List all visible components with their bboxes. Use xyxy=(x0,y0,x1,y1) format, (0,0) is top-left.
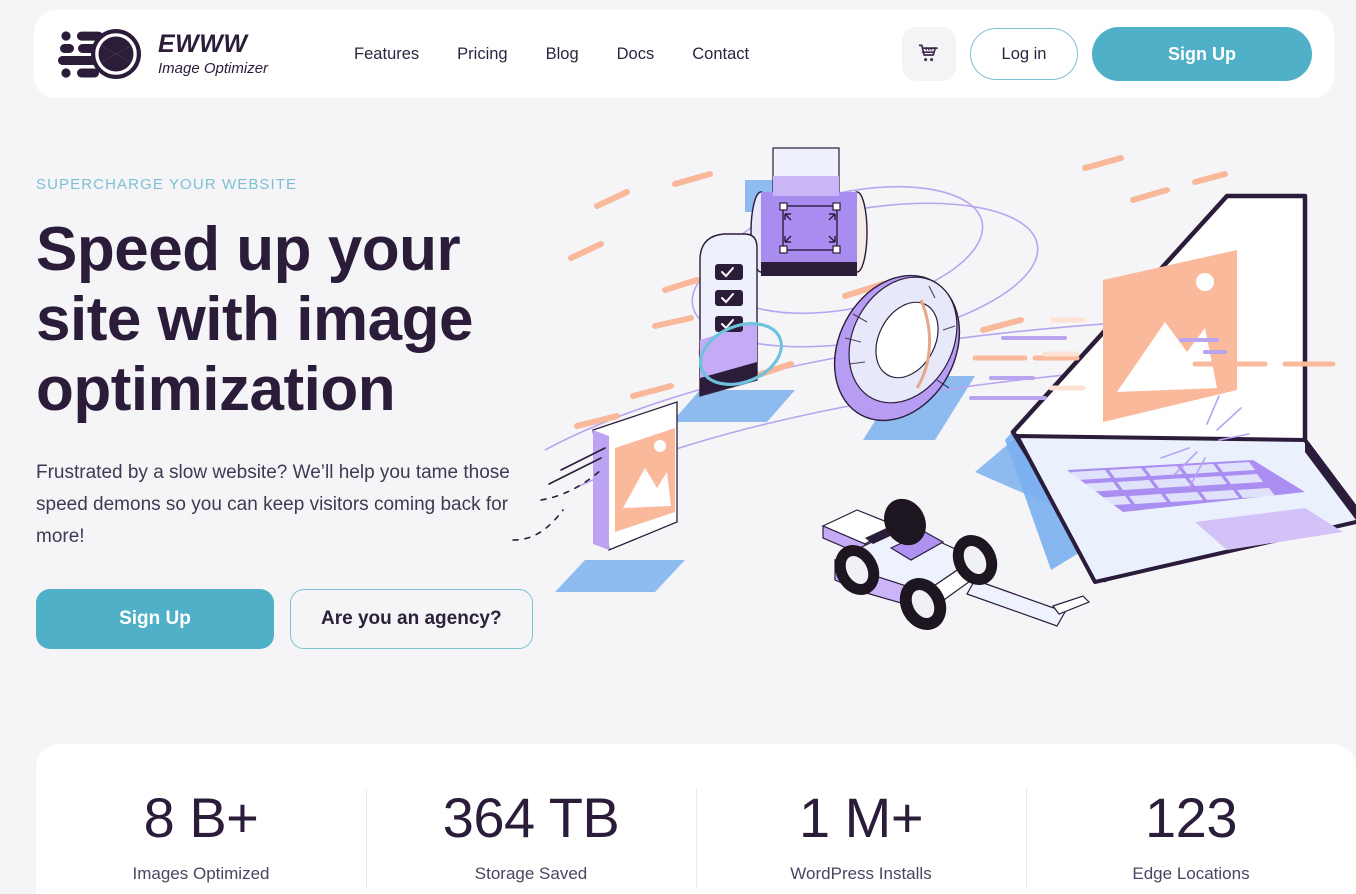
brand-name: EWWW xyxy=(158,30,248,58)
hero-illustration xyxy=(505,140,1356,640)
hero-subtitle: Frustrated by a slow website? We’ll help… xyxy=(36,462,510,547)
page-title: Speed up your site with image optimizati… xyxy=(36,215,473,424)
nav-item-pricing[interactable]: Pricing xyxy=(457,45,507,64)
stat-label: WordPress Installs xyxy=(790,864,932,883)
stats-bar: 8 B+ Images Optimized 364 TB Storage Sav… xyxy=(36,744,1356,894)
stat-label: Edge Locations xyxy=(1132,864,1250,883)
stat-value: 123 xyxy=(1145,786,1237,849)
brand-tagline: Image Optimizer xyxy=(158,60,269,77)
hero-eyebrow: SUPERCHARGE YOUR WEBSITE xyxy=(36,176,298,193)
signup-button-header[interactable]: Sign Up xyxy=(1092,27,1312,81)
signup-button-hero[interactable]: Sign Up xyxy=(36,589,274,649)
stat-wordpress-installs: 1 M+ WordPress Installs xyxy=(696,744,1026,888)
stat-label: Storage Saved xyxy=(474,864,588,883)
nav-item-contact[interactable]: Contact xyxy=(692,45,749,64)
isometric-optimization-scene-icon xyxy=(512,147,1356,630)
stat-value: 1 M+ xyxy=(798,786,924,849)
nav-item-blog[interactable]: Blog xyxy=(546,45,579,64)
stat-label: Images Optimized xyxy=(132,864,270,883)
landing-page: EWWW Image Optimizer Features Pricing Bl… xyxy=(0,0,1356,894)
agency-button[interactable]: Are you an agency? xyxy=(290,589,533,649)
hero-content: SUPERCHARGE YOUR WEBSITE Speed up your s… xyxy=(36,176,556,649)
cart-button[interactable] xyxy=(902,27,956,81)
primary-navigation: Features Pricing Blog Docs Contact xyxy=(354,45,749,64)
camera-aperture-speed-lines-icon xyxy=(58,29,141,79)
brand-logo[interactable]: EWWW Image Optimizer xyxy=(56,26,268,82)
site-header: EWWW Image Optimizer Features Pricing Bl… xyxy=(34,10,1334,98)
nav-item-features[interactable]: Features xyxy=(354,45,419,64)
login-button[interactable]: Log in xyxy=(970,28,1078,80)
nav-item-docs[interactable]: Docs xyxy=(617,45,655,64)
shopping-cart-icon xyxy=(918,44,938,62)
hero-cta-group: Sign Up Are you an agency? xyxy=(36,589,556,649)
stat-value: 364 TB xyxy=(442,786,620,849)
stat-edge-locations: 123 Edge Locations xyxy=(1026,744,1356,888)
header-actions: Log in Sign Up xyxy=(902,27,1312,81)
stat-value: 8 B+ xyxy=(143,786,259,849)
stat-storage-saved: 364 TB Storage Saved xyxy=(366,744,696,888)
stat-images-optimized: 8 B+ Images Optimized xyxy=(36,744,366,884)
